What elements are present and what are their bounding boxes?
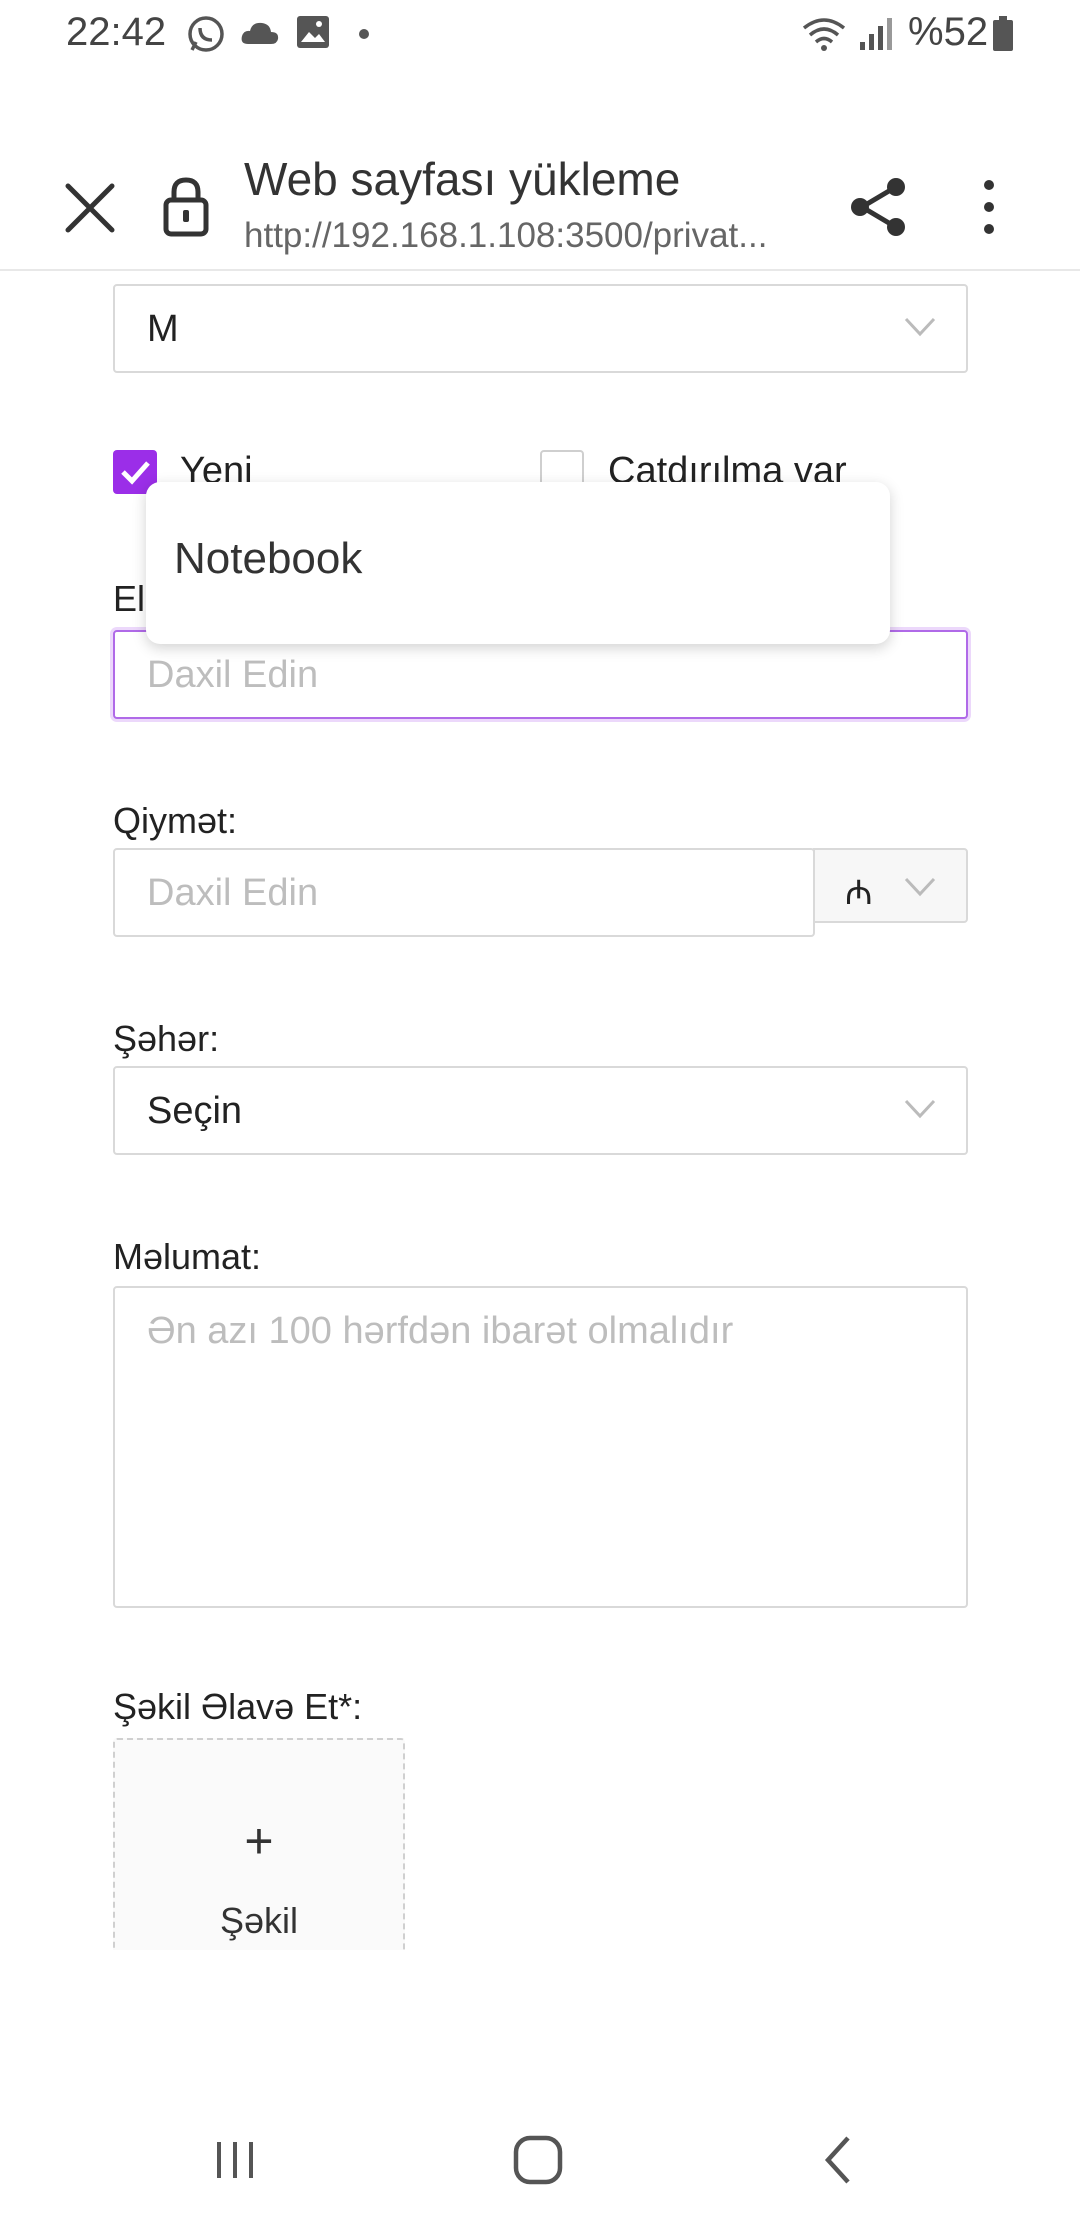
close-icon[interactable] bbox=[62, 180, 118, 236]
city-select[interactable]: Seçin bbox=[113, 1066, 968, 1155]
city-select-value: Seçin bbox=[147, 1090, 243, 1132]
browser-toolbar: Web sayfası yükleme http://192.168.1.108… bbox=[0, 140, 1080, 271]
chevron-down-icon bbox=[904, 317, 936, 337]
back-icon[interactable] bbox=[810, 2130, 870, 2190]
status-bar: 22:42 %52 bbox=[0, 0, 1080, 70]
recent-apps-icon[interactable] bbox=[205, 2130, 265, 2190]
lock-icon[interactable] bbox=[158, 174, 214, 238]
info-textarea-placeholder: Ən azı 100 hərfdən ibarət olmalıdır bbox=[147, 1310, 734, 1352]
photo-label: Şəkil Əlavə Et*: bbox=[113, 1686, 363, 1727]
name-input-placeholder: Daxil Edin bbox=[147, 654, 319, 696]
size-select[interactable]: M bbox=[113, 284, 968, 373]
chevron-down-icon bbox=[904, 1099, 936, 1119]
plus-icon: + bbox=[244, 1813, 274, 1869]
page-content: M Yeni Çatdırılma var El Daxil Edin Note… bbox=[0, 272, 1080, 1950]
page-url[interactable]: http://192.168.1.108:3500/privat... bbox=[244, 216, 804, 256]
battery-level: %52 bbox=[908, 10, 989, 54]
photo-upload-label: Şəkil bbox=[219, 1900, 299, 1941]
city-label: Şəhər: bbox=[113, 1018, 220, 1059]
name-label: El bbox=[113, 578, 146, 619]
page-title: Web sayfası yükleme bbox=[244, 153, 681, 205]
photo-upload-button[interactable]: + Şəkil bbox=[113, 1738, 405, 1950]
gallery-icon bbox=[297, 16, 329, 48]
currency-symbol: ₼ bbox=[845, 874, 873, 912]
info-textarea[interactable]: Ən azı 100 hərfdən ibarət olmalıdır bbox=[113, 1286, 968, 1608]
currency-select[interactable]: ₼ bbox=[813, 848, 968, 923]
price-input[interactable]: Daxil Edin bbox=[113, 848, 815, 937]
price-label: Qiymət: bbox=[113, 800, 238, 841]
dot-icon bbox=[359, 29, 369, 39]
price-input-placeholder: Daxil Edin bbox=[147, 872, 319, 914]
autocomplete-suggestion[interactable]: Notebook bbox=[174, 534, 362, 584]
system-nav-bar bbox=[0, 2100, 1080, 2220]
share-icon[interactable] bbox=[848, 176, 908, 238]
more-options-icon[interactable] bbox=[974, 176, 1004, 238]
battery-icon bbox=[993, 16, 1013, 51]
status-time: 22:42 bbox=[66, 10, 167, 54]
cloud-icon bbox=[241, 22, 279, 44]
info-label: Məlumat: bbox=[113, 1236, 262, 1277]
wifi-icon bbox=[802, 18, 846, 51]
home-icon[interactable] bbox=[508, 2130, 568, 2190]
chevron-down-icon bbox=[904, 877, 936, 897]
whatsapp-icon bbox=[188, 16, 224, 52]
size-select-value: M bbox=[147, 308, 179, 350]
autocomplete-popup: Notebook bbox=[146, 482, 890, 644]
signal-icon bbox=[860, 18, 892, 50]
